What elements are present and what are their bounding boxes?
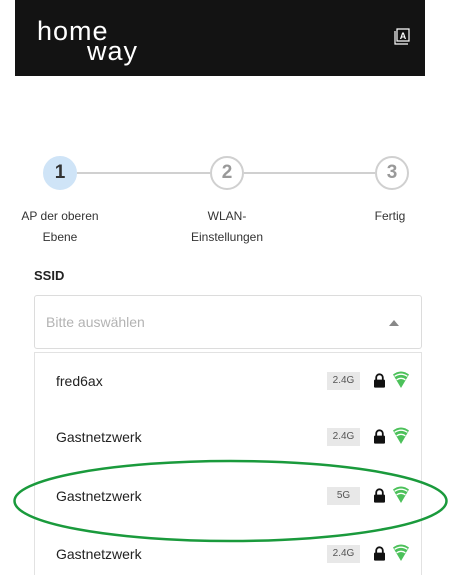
network-name: Gastnetzwerk <box>56 429 142 445</box>
logo-line-way: way <box>86 36 138 66</box>
step-3-label: Fertig <box>374 209 406 223</box>
lock-icon <box>374 429 385 444</box>
highlight-ellipse <box>13 459 448 543</box>
language-icon[interactable]: A <box>394 28 411 45</box>
ssid-select-placeholder: Bitte auswählen <box>46 314 145 330</box>
homeway-logo: home way <box>37 18 138 66</box>
setup-stepper: 1 2 3 AP der oberen Ebene WLAN- Einstell… <box>0 156 453 256</box>
step-1-label: AP der oberen Ebene <box>21 209 99 244</box>
band-badge: 2.4G <box>327 545 360 563</box>
wifi-icon <box>393 427 409 444</box>
ssid-select[interactable]: Bitte auswählen <box>34 295 422 349</box>
app-header: home way A <box>15 0 425 76</box>
band-badge: 2.4G <box>327 428 360 446</box>
step-connector-2 <box>244 172 375 174</box>
lock-icon <box>374 373 385 388</box>
wifi-icon <box>393 371 409 388</box>
caret-up-icon <box>389 320 399 326</box>
band-badge: 2.4G <box>327 372 360 390</box>
network-option-1[interactable]: fred6ax 2.4G <box>35 353 421 411</box>
step-2-circle: 2 <box>210 156 244 190</box>
step-1-circle: 1 <box>43 156 77 190</box>
wifi-icon <box>393 544 409 561</box>
step-2-label: WLAN- Einstellungen <box>190 209 264 244</box>
lock-icon <box>374 546 385 561</box>
ssid-label: SSID <box>34 268 65 283</box>
language-button-letter: A <box>400 31 407 41</box>
network-name: Gastnetzwerk <box>56 546 142 562</box>
step-3-circle: 3 <box>375 156 409 190</box>
network-name: fred6ax <box>56 373 103 389</box>
step-connector-1 <box>77 172 210 174</box>
